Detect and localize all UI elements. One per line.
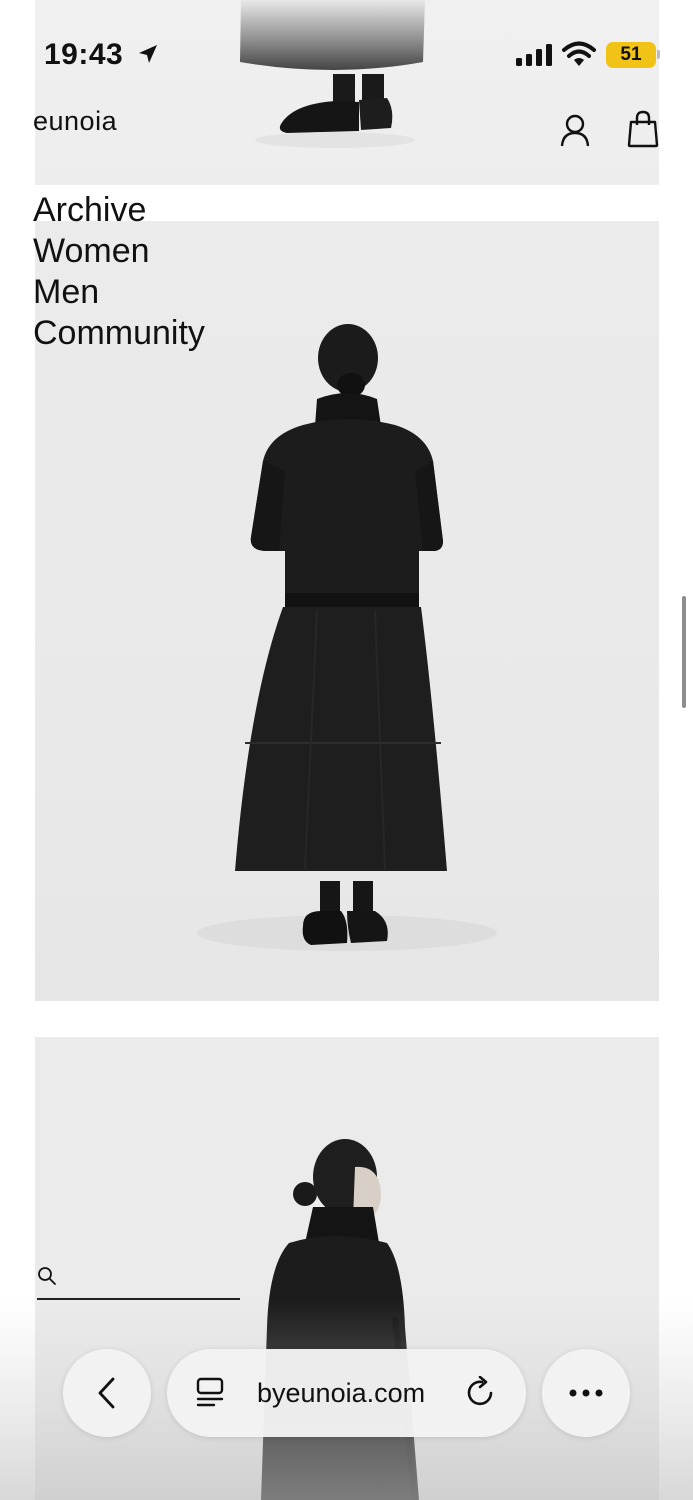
battery-icon: 51: [606, 42, 656, 68]
more-button[interactable]: [542, 1349, 630, 1437]
address-bar[interactable]: byeunoia.com: [167, 1349, 526, 1437]
back-button[interactable]: [63, 1349, 151, 1437]
cellular-signal-icon: [516, 44, 552, 66]
nav-item-women[interactable]: Women: [33, 231, 205, 272]
nav-item-men[interactable]: Men: [33, 272, 205, 313]
nav-item-community[interactable]: Community: [33, 313, 205, 354]
status-time: 19:43: [44, 38, 124, 71]
user-icon[interactable]: [559, 113, 591, 147]
reload-icon[interactable]: [465, 1376, 497, 1410]
site-logo[interactable]: eunoia: [33, 106, 117, 137]
wifi-icon: [562, 41, 596, 66]
nav-item-archive[interactable]: Archive: [33, 190, 205, 231]
more-icon: [569, 1389, 603, 1397]
tabs-icon[interactable]: [195, 1376, 227, 1410]
search-icon[interactable]: [37, 1266, 57, 1286]
scrollbar[interactable]: [682, 596, 686, 708]
back-chevron-icon: [98, 1377, 115, 1409]
shopping-bag-icon[interactable]: [627, 110, 659, 148]
url-text[interactable]: byeunoia.com: [257, 1378, 425, 1409]
battery-cap: [657, 50, 660, 59]
status-bar: 19:43 51: [0, 0, 693, 110]
location-arrow-icon: [139, 45, 157, 63]
main-nav: Archive Women Men Community: [33, 190, 205, 354]
